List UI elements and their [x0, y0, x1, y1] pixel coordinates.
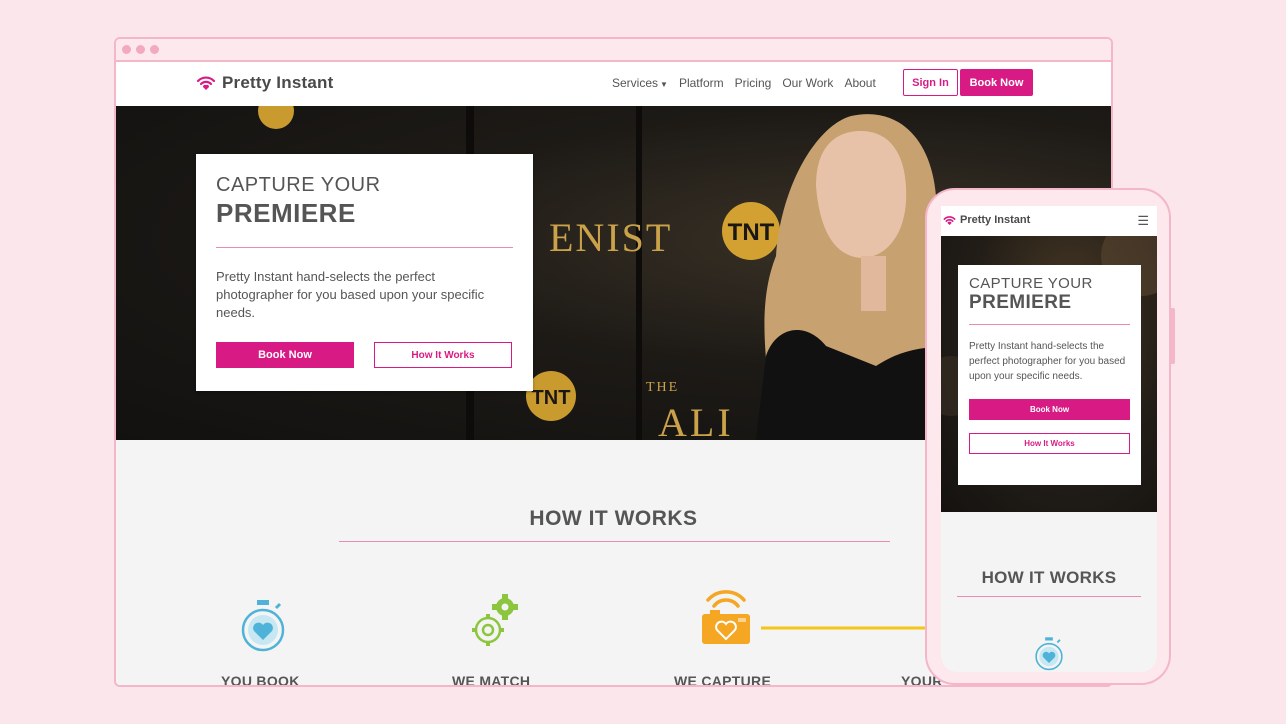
backdrop-lettering: ALI	[658, 400, 734, 440]
book-now-nav-button[interactable]: Book Now	[960, 69, 1033, 96]
site-logo[interactable]: Pretty Instant	[196, 73, 333, 93]
wifi-heart-icon	[196, 75, 216, 91]
brand-name: Pretty Instant	[222, 73, 334, 92]
stopwatch-heart-icon	[241, 600, 285, 652]
window-dot	[136, 45, 145, 54]
chevron-down-icon: ▼	[660, 80, 668, 89]
gears-icon	[472, 594, 518, 646]
window-dot	[150, 45, 159, 54]
main-menu: Services ▼ Platform Pricing Our Work Abou…	[612, 76, 876, 90]
mobile-logo[interactable]: Pretty Instant	[943, 214, 1030, 226]
divider	[957, 596, 1141, 597]
mobile-navbar: Pretty Instant ☰	[941, 206, 1157, 236]
step-label: YOU BOOK	[221, 673, 300, 687]
mobile-phone-mockup: Pretty Instant ☰ CAPTURE YOUR PREMIERE P…	[925, 188, 1175, 685]
brand-name: Pretty Instant	[960, 214, 1031, 226]
mobile-how-it-works-button[interactable]: How It Works	[969, 433, 1130, 454]
step-label: WE MATCH	[452, 673, 531, 687]
tnt-logo-text: TNT	[532, 387, 571, 409]
hero-card: CAPTURE YOUR PREMIERE Pretty Instant han…	[196, 154, 533, 391]
divider	[339, 541, 890, 542]
hamburger-icon[interactable]: ☰	[1137, 214, 1149, 227]
backdrop-lettering: ENIST	[549, 215, 672, 260]
nav-item-platform[interactable]: Platform	[679, 76, 724, 90]
hero-headline-line1: CAPTURE YOUR	[969, 275, 1093, 292]
nav-item-about[interactable]: About	[844, 76, 875, 90]
nav-item-our-work[interactable]: Our Work	[782, 76, 833, 90]
camera-wifi-icon	[702, 590, 750, 644]
backdrop-lettering: THE	[646, 380, 679, 395]
hero-headline-line1: CAPTURE YOUR	[216, 174, 381, 196]
browser-chrome-bar	[116, 39, 1111, 62]
hero-description: Pretty Instant hand-selects the perfect …	[216, 269, 485, 320]
step-label: WE CAPTURE	[674, 673, 772, 687]
mobile-hero: CAPTURE YOUR PREMIERE Pretty Instant han…	[941, 236, 1157, 512]
phone-side-button	[1171, 308, 1175, 364]
sign-in-button[interactable]: Sign In	[903, 69, 958, 96]
hero-how-it-works-button[interactable]: How It Works	[374, 342, 512, 368]
mobile-section-title: HOW IT WORKS	[981, 568, 1117, 587]
site-navbar: Pretty Instant Services ▼ Platform Pricin…	[116, 62, 1111, 106]
nav-label: Services	[612, 76, 659, 90]
nav-item-services[interactable]: Services ▼	[612, 76, 668, 90]
divider	[969, 324, 1130, 325]
hero-headline-line2: PREMIERE	[969, 292, 1072, 313]
stopwatch-heart-icon	[1035, 637, 1063, 671]
divider	[216, 247, 513, 248]
hero-book-now-button[interactable]: Book Now	[216, 342, 354, 368]
nav-item-pricing[interactable]: Pricing	[735, 76, 772, 90]
tnt-logo-text: TNT	[728, 219, 775, 246]
hero-headline-line2: PREMIERE	[216, 198, 356, 228]
mobile-hero-card: CAPTURE YOUR PREMIERE Pretty Instant han…	[958, 265, 1141, 485]
mobile-book-now-button[interactable]: Book Now	[969, 399, 1130, 420]
hero-description: Pretty Instant hand-selects the perfect …	[969, 341, 1126, 382]
wifi-heart-icon	[943, 215, 956, 225]
mobile-screen: Pretty Instant ☰ CAPTURE YOUR PREMIERE P…	[941, 206, 1157, 672]
window-dot	[122, 45, 131, 54]
